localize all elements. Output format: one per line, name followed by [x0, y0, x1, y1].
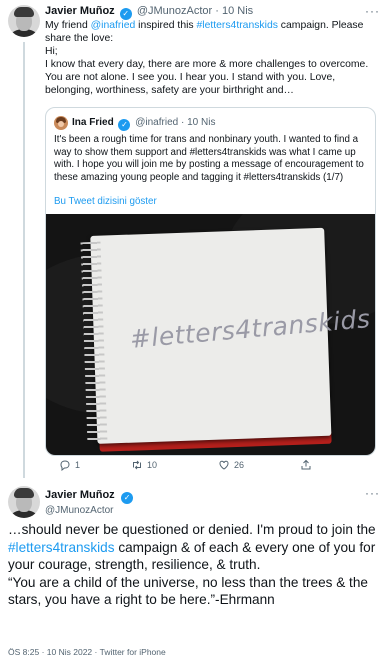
tweet-actions: 1 10 26	[45, 458, 375, 474]
notebook-illustration: #letters4transkids	[78, 227, 371, 455]
tweet-header: Javier Muñoz ✓ @JMunozActor · 10 Nis	[45, 4, 253, 20]
hashtag-link[interactable]: #letters4transkids	[196, 20, 277, 31]
retweet-icon	[133, 460, 141, 470]
like-icon	[219, 460, 229, 470]
quoted-handle: @inafried	[135, 117, 179, 128]
reply-button[interactable]: 1	[59, 458, 80, 472]
thread-tweet[interactable]: Javier Muñoz ✓ @JMunozActor · 10 Nis ···…	[0, 0, 390, 478]
like-count: 26	[234, 460, 245, 470]
separator: ·	[180, 117, 185, 128]
retweet-count: 10	[147, 460, 158, 470]
tweet-date[interactable]: 10 Nis	[222, 5, 253, 17]
text-segment: inspired this	[135, 20, 197, 31]
quoted-avatar	[54, 116, 68, 130]
separator: ·	[41, 647, 45, 657]
quoted-image[interactable]: #letters4transkids	[46, 214, 375, 455]
tweet-text: …should never be questioned or denied. I…	[8, 521, 388, 609]
reply-count: 1	[75, 460, 81, 470]
avatar[interactable]	[8, 486, 40, 518]
verified-icon: ✓	[121, 492, 134, 504]
author-handle[interactable]: @JMunozActor	[45, 504, 135, 517]
text-line: Hi;	[45, 46, 58, 57]
show-thread-link[interactable]: Bu Tweet dizisini göster	[54, 196, 157, 208]
thread-connector-line	[23, 42, 25, 478]
tweet-full-date[interactable]: 10 Nis 2022	[47, 647, 92, 657]
tweet-source[interactable]: Twitter for iPhone	[100, 647, 166, 657]
text-segment: …should never be questioned or denied. I…	[8, 522, 376, 537]
quoted-author-name: Ina Fried	[72, 117, 114, 128]
retweet-button[interactable]: 10	[131, 458, 157, 472]
quoted-text: It's been a rough time for trans and non…	[54, 134, 364, 183]
quoted-date: 10 Nis	[187, 117, 216, 128]
text-line: I know that every day, there are more & …	[45, 59, 369, 96]
author-name[interactable]: Javier Muñoz	[45, 489, 115, 501]
more-icon[interactable]: ···	[365, 486, 380, 500]
tweet-text: My friend @inafried inspired this #lette…	[45, 19, 375, 97]
tweet-time[interactable]: ÖS 8:25	[8, 647, 39, 657]
separator: ·	[94, 647, 98, 657]
quoted-header: Ina Fried ✓ @inafried · 10 Nis	[72, 116, 215, 131]
mention-link[interactable]: @inafried	[91, 20, 136, 31]
verified-icon: ✓	[118, 119, 131, 131]
hashtag-link[interactable]: #letters4transkids	[8, 540, 115, 555]
share-icon	[301, 459, 311, 470]
more-icon[interactable]: ···	[365, 4, 380, 18]
separator: ·	[215, 5, 219, 17]
text-line: “You are a child of the universe, no les…	[8, 574, 368, 608]
quoted-tweet-card[interactable]: Ina Fried ✓ @inafried · 10 Nis It's been…	[45, 107, 376, 456]
tweet-header: Javier Muñoz ✓ @JMunozActor	[45, 487, 135, 517]
tweet-meta: ÖS 8:25 · 10 Nis 2022 · Twitter for iPho…	[8, 647, 166, 657]
focused-tweet: Javier Muñoz ✓ @JMunozActor ··· …should …	[0, 478, 390, 664]
text-segment: My friend	[45, 20, 91, 31]
reply-icon	[60, 460, 70, 471]
share-button[interactable]	[300, 458, 312, 472]
avatar[interactable]	[8, 5, 40, 37]
author-handle[interactable]: @JMunozActor	[137, 5, 212, 17]
author-name[interactable]: Javier Muñoz	[45, 5, 115, 17]
like-button[interactable]: 26	[218, 458, 244, 472]
